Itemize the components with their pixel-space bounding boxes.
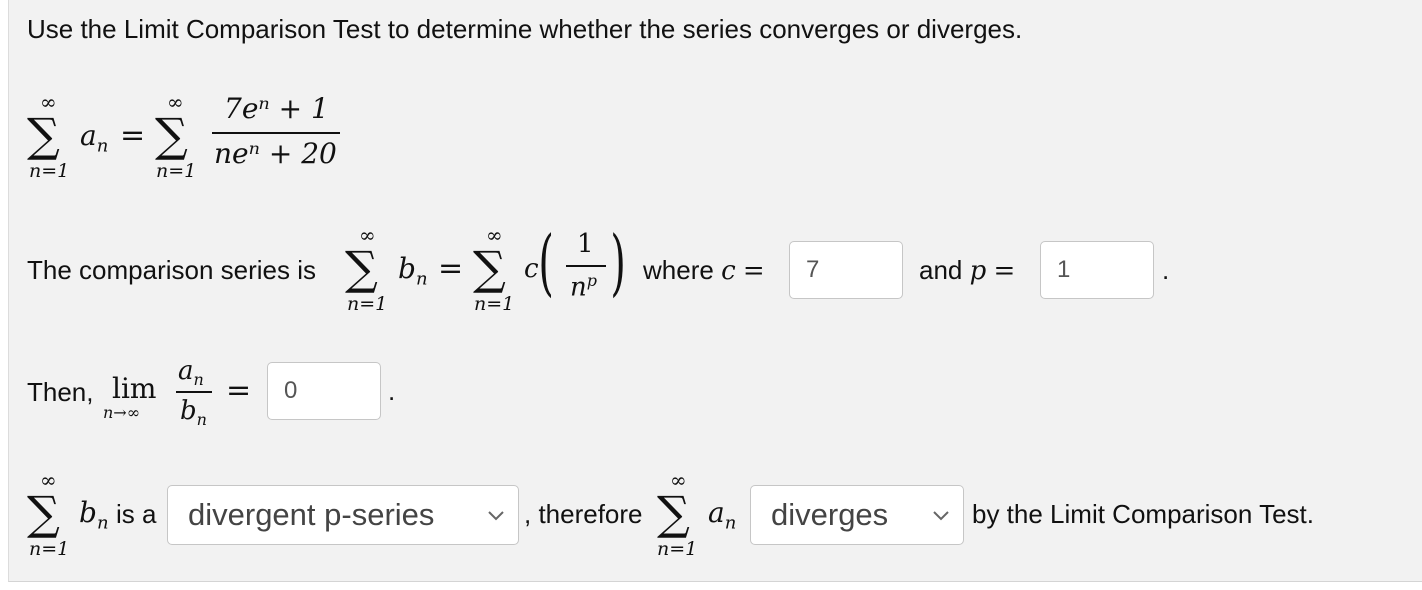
series-type-dropdown[interactable]: divergent p-series	[167, 485, 519, 545]
n-power-p: np	[570, 271, 597, 303]
left-paren: (	[538, 220, 554, 304]
lower-index-3: n=1	[347, 293, 388, 315]
sigma-symbol-5: ∑	[27, 486, 60, 540]
b-term: bn	[398, 252, 428, 290]
fraction-denominator: neⁿ + 20	[214, 137, 337, 170]
is-a-label: is a	[116, 499, 157, 529]
c-constant: c	[524, 254, 539, 284]
p-value-input[interactable]: 1	[1040, 241, 1154, 299]
lim-subscript: n→∞	[103, 403, 141, 422]
lower-index-5: n=1	[29, 538, 70, 560]
fraction-bar	[212, 132, 340, 134]
c-value-input[interactable]: 7	[789, 241, 903, 299]
sigma-symbol-1: ∑	[27, 108, 60, 162]
fraction-numerator: 7eⁿ + 1	[224, 92, 329, 125]
lower-index-4: n=1	[474, 293, 515, 315]
right-paren: )	[610, 220, 626, 304]
chevron-down-icon	[488, 511, 504, 521]
a-term-2: an	[708, 496, 737, 534]
lower-index-2: n=1	[156, 160, 197, 182]
a-numerator: an	[178, 356, 204, 390]
lower-index-6: n=1	[657, 538, 698, 560]
therefore-label: , therefore	[524, 499, 643, 529]
limit-value-input[interactable]: 0	[267, 362, 381, 420]
period-2: .	[388, 376, 396, 406]
b-denominator: bn	[180, 396, 207, 430]
result-dropdown[interactable]: diverges	[750, 485, 964, 545]
sigma-symbol-3: ∑	[345, 241, 378, 295]
lower-index-1: n=1	[29, 160, 70, 182]
period-1: .	[1162, 255, 1170, 285]
chevron-down-icon	[933, 511, 949, 521]
comparison-prefix: The comparison series is	[27, 255, 316, 285]
one-numerator: 1	[577, 229, 594, 259]
sigma-symbol-2: ∑	[155, 108, 188, 162]
result-value: diverges	[771, 497, 889, 532]
conclusion-text: by the Limit Comparison Test.	[972, 499, 1314, 529]
series-type-value: divergent p-series	[188, 497, 435, 532]
equals-sign-2: =	[438, 251, 464, 286]
equals-sign-1: =	[120, 118, 146, 153]
where-label: where c =	[643, 255, 765, 286]
lim-label: lim	[112, 372, 157, 405]
a-term: an	[80, 119, 109, 157]
sigma-symbol-6: ∑	[657, 486, 690, 540]
and-label: and p =	[919, 255, 1016, 286]
then-label: Then,	[27, 377, 94, 407]
equals-sign-3: =	[226, 373, 252, 408]
limit-fraction-bar	[176, 391, 212, 393]
question-text: Use the Limit Comparison Test to determi…	[27, 14, 1023, 44]
fraction-bar-2	[566, 265, 606, 267]
b-term-2: bn	[79, 496, 109, 534]
sigma-symbol-4: ∑	[473, 241, 506, 295]
